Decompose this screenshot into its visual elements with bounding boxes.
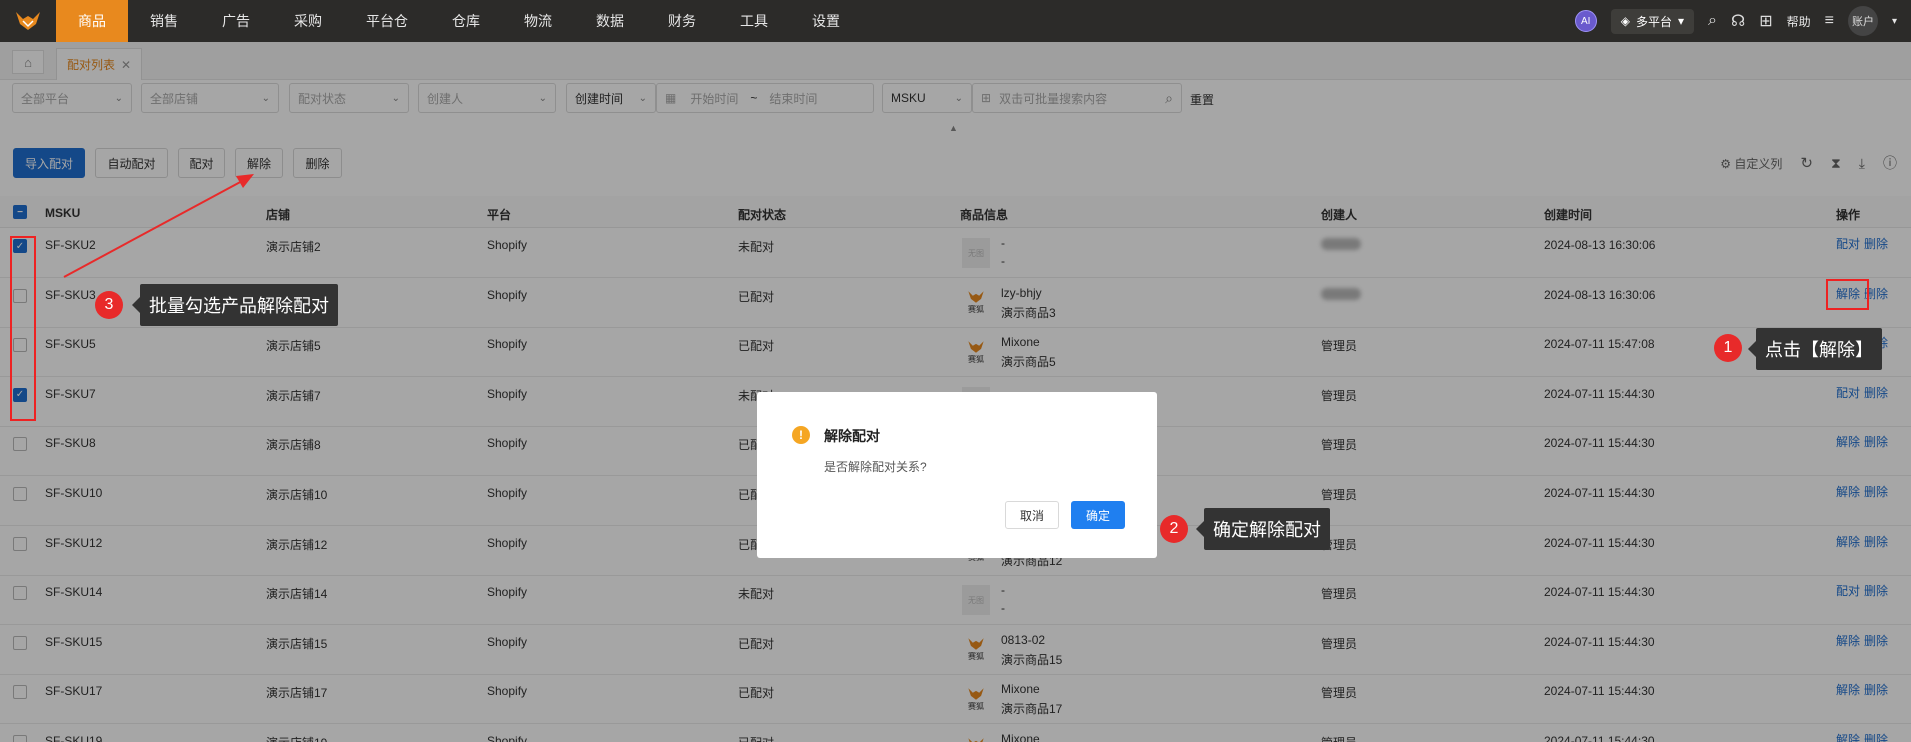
platform-switch-label: 多平台: [1635, 14, 1672, 29]
main-nav: 商品 销售 广告 采购 平台仓 仓库 物流 数据 财务 工具 设置: [56, 0, 862, 42]
dialog-message: 是否解除配对关系?: [824, 460, 927, 474]
warning-icon: !: [792, 426, 810, 444]
account-avatar[interactable]: 账户: [1847, 6, 1878, 36]
layers-icon: ◈: [1620, 14, 1630, 28]
apps-grid-icon[interactable]: ⊞: [1759, 11, 1772, 31]
nav-item[interactable]: 财务: [646, 0, 718, 42]
nav-item[interactable]: 销售: [128, 0, 200, 42]
menu-icon[interactable]: ≡: [1825, 12, 1834, 30]
step-3-callout: 批量勾选产品解除配对: [132, 284, 338, 326]
step-1-marker: 1: [1714, 334, 1742, 362]
nav-item[interactable]: 采购: [272, 0, 344, 42]
nav-item[interactable]: 物流: [502, 0, 574, 42]
top-right-tools: AI ◈ 多平台 ▾ ⌕ ☊ ⊞ 帮助 ≡ 账户 ▾: [1574, 0, 1897, 42]
logo[interactable]: [0, 0, 56, 42]
nav-item[interactable]: 广告: [200, 0, 272, 42]
fox-logo-icon: [16, 12, 40, 30]
step-3-marker: 3: [95, 291, 123, 319]
nav-item[interactable]: 平台仓: [344, 0, 430, 42]
nav-item[interactable]: 商品: [56, 0, 128, 42]
chevron-down-icon: ▾: [1677, 14, 1685, 28]
top-navigation-bar: 商品 销售 广告 采购 平台仓 仓库 物流 数据 财务 工具 设置 AI ◈ 多平台 ▾ ⌕ ☊ ⊞…: [0, 0, 1911, 42]
unpair-confirm-dialog: ! 解除配对 是否解除配对关系? 取消 确定: [757, 392, 1157, 558]
search-icon[interactable]: ⌕: [1708, 12, 1717, 30]
step-2-marker: 2: [1160, 515, 1188, 543]
nav-item[interactable]: 仓库: [430, 0, 502, 42]
headset-icon[interactable]: ☊: [1731, 11, 1745, 31]
chevron-down-icon[interactable]: ▾: [1892, 16, 1897, 27]
account-label: 账户: [1851, 16, 1874, 28]
confirm-button[interactable]: 确定: [1071, 501, 1125, 529]
nav-item[interactable]: 设置: [790, 0, 862, 42]
cancel-button[interactable]: 取消: [1005, 501, 1059, 529]
nav-item[interactable]: 工具: [718, 0, 790, 42]
step-2-callout: 确定解除配对: [1196, 508, 1330, 550]
ai-assistant-button[interactable]: AI: [1574, 10, 1597, 32]
dialog-title: 解除配对: [824, 428, 880, 444]
platform-switch[interactable]: ◈ 多平台 ▾: [1610, 8, 1695, 34]
nav-item[interactable]: 数据: [574, 0, 646, 42]
help-link[interactable]: 帮助: [1787, 13, 1811, 30]
step-1-callout: 点击【解除】: [1748, 328, 1882, 370]
